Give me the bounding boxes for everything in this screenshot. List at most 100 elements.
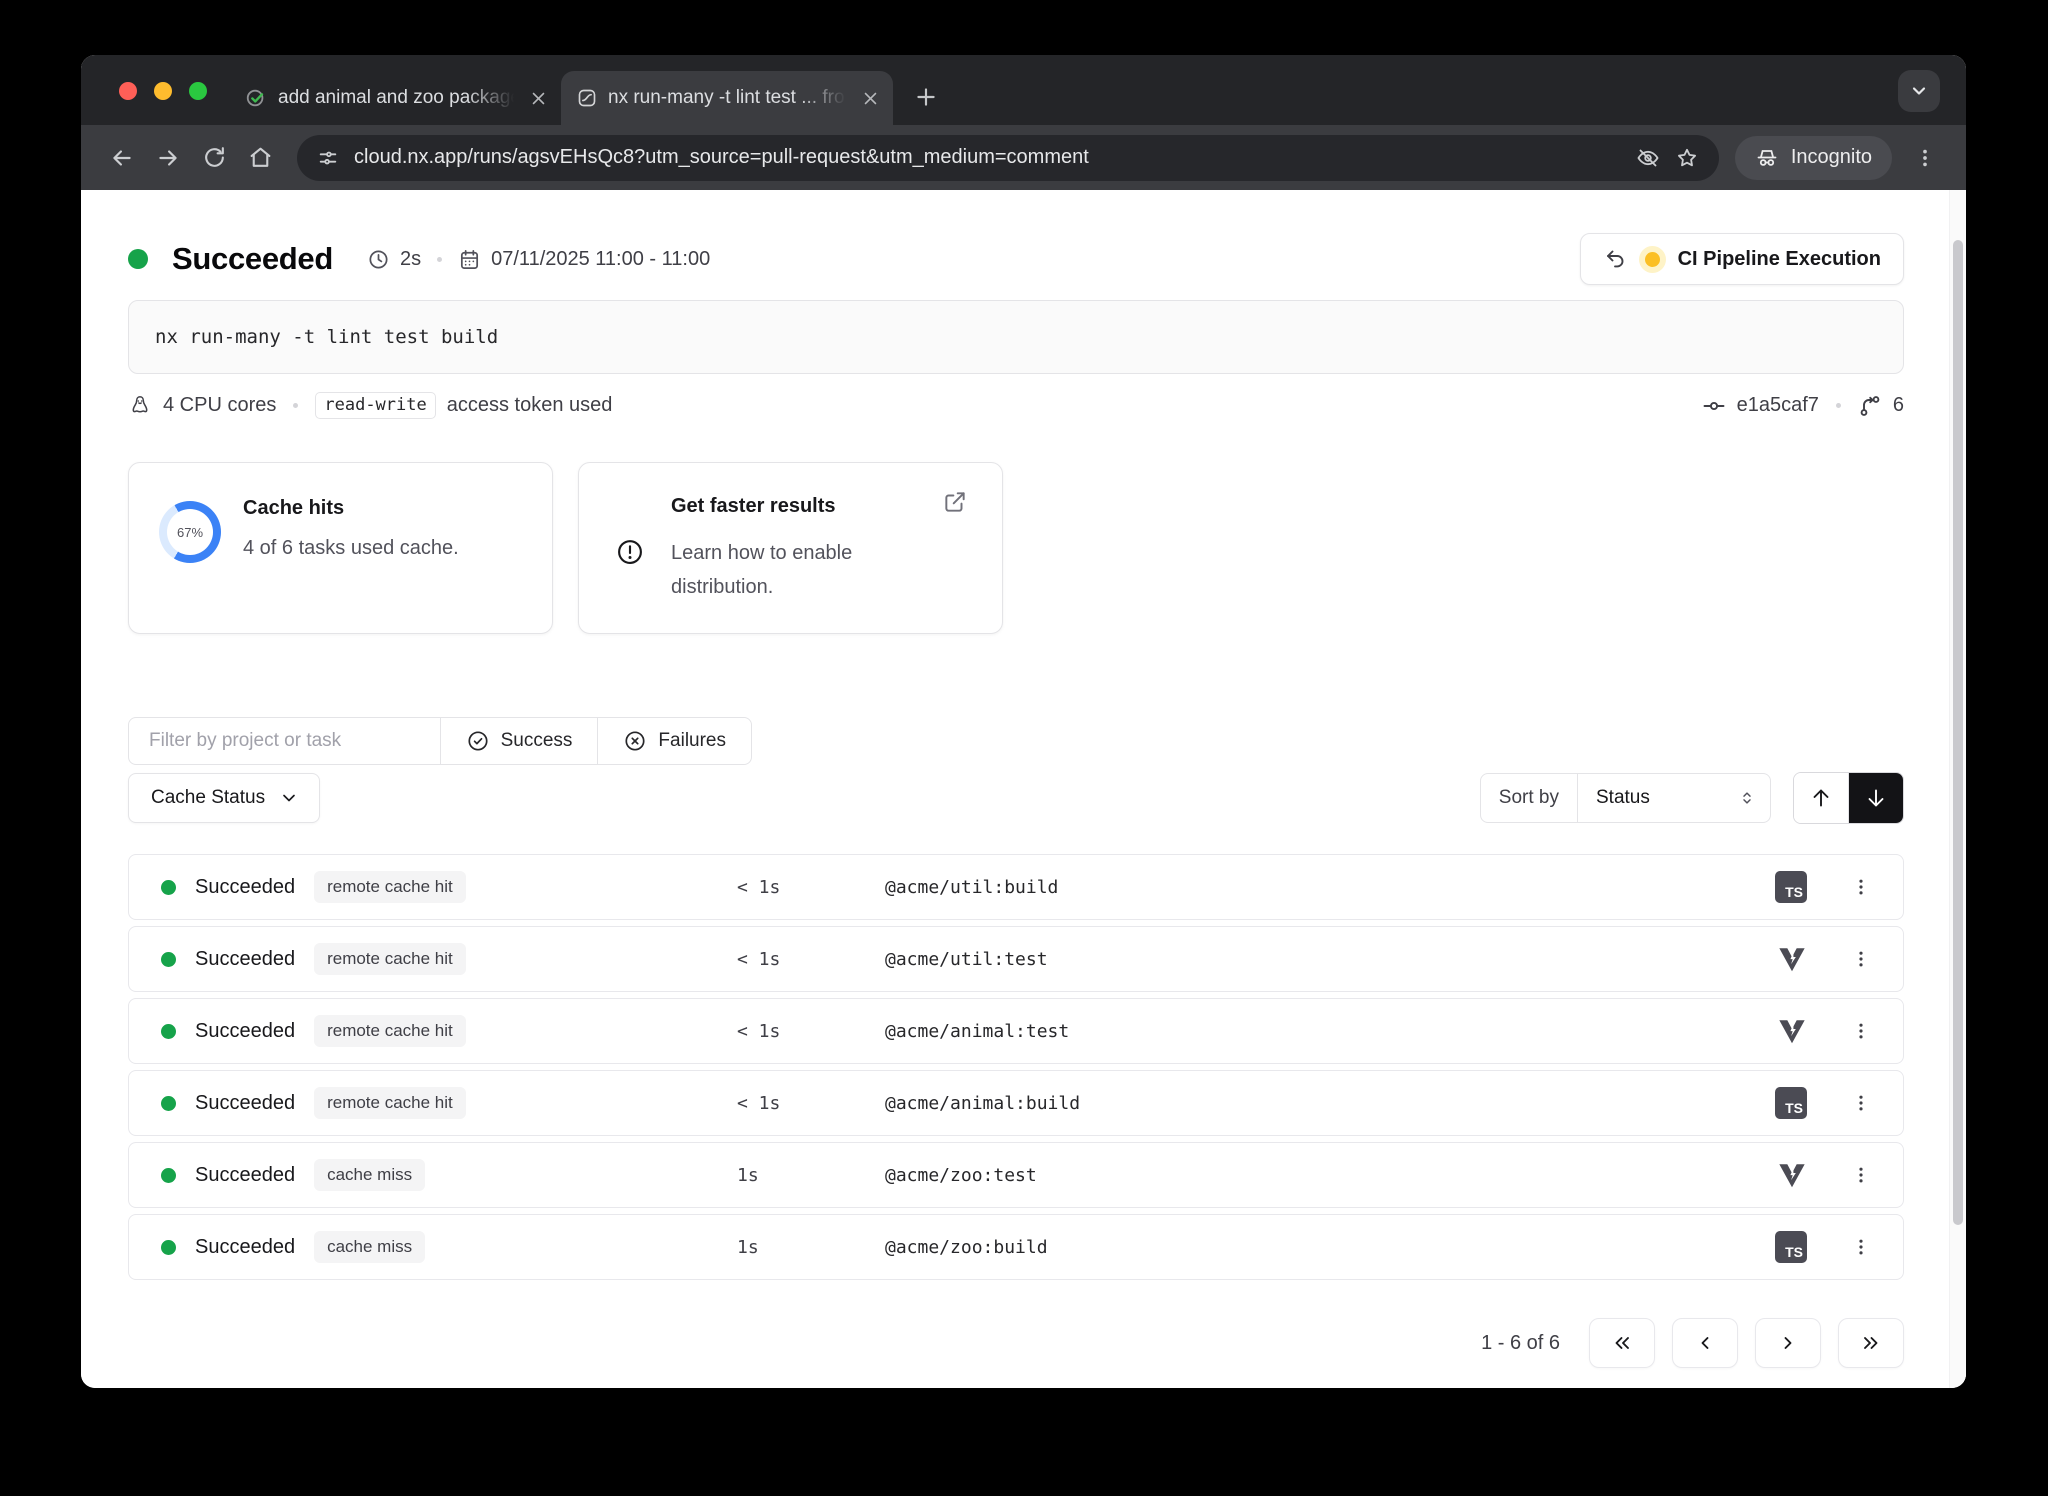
maximize-window-button[interactable]: [189, 82, 207, 100]
x-circle-icon: [623, 729, 647, 753]
pagination: 1 - 6 of 6: [128, 1318, 1904, 1368]
run-header: Succeeded 2s 07/11/2025 11:00 - 11:00: [128, 235, 1904, 283]
clock-icon: [367, 248, 390, 271]
incognito-label: Incognito: [1791, 146, 1872, 169]
get-faster-results-card[interactable]: Get faster results Learn how to enable d…: [578, 462, 1003, 634]
tab-strip: add animal and zoo packages nx run-many …: [81, 55, 1966, 125]
eye-off-icon[interactable]: [1636, 146, 1660, 170]
tab-nx-cloud-run[interactable]: nx run-many -t lint test ... fro: [561, 71, 893, 125]
ci-pipeline-execution-button[interactable]: CI Pipeline Execution: [1580, 233, 1904, 285]
linux-penguin-icon: [128, 394, 152, 418]
tab-title: add animal and zoo packages: [278, 87, 519, 109]
table-row[interactable]: Succeeded remote cache hit < 1s @acme/an…: [128, 998, 1904, 1064]
kebab-menu-icon[interactable]: [1851, 1021, 1871, 1041]
first-page-button[interactable]: [1589, 1318, 1655, 1368]
filter-input[interactable]: [129, 718, 440, 764]
close-tab-icon[interactable]: [862, 90, 879, 107]
kebab-menu-icon[interactable]: [1851, 1237, 1871, 1257]
sort-field-value: Status: [1596, 787, 1650, 809]
back-icon[interactable]: [101, 137, 143, 179]
typescript-icon: TS: [1775, 1231, 1807, 1263]
sort-direction-toggle: [1793, 772, 1904, 824]
status-dot: [161, 1096, 176, 1111]
cache-status-dropdown[interactable]: Cache Status: [128, 773, 320, 823]
cache-hit-percent: 67%: [159, 501, 221, 563]
cache-status-badge: remote cache hit: [314, 1015, 466, 1047]
table-row[interactable]: Succeeded remote cache hit < 1s @acme/an…: [128, 1070, 1904, 1136]
status-dot: [161, 1024, 176, 1039]
cache-status-badge: remote cache hit: [314, 943, 466, 975]
incognito-badge: Incognito: [1735, 136, 1892, 180]
table-row[interactable]: Succeeded remote cache hit < 1s @acme/ut…: [128, 854, 1904, 920]
sort-control: Sort by Status: [1480, 773, 1771, 823]
browser-menu-icon[interactable]: [1904, 137, 1946, 179]
alert-circle-icon: [615, 537, 645, 567]
task-status: Succeeded: [195, 1236, 295, 1259]
reload-icon[interactable]: [193, 137, 235, 179]
screenshot-canvas: add animal and zoo packages nx run-many …: [0, 0, 2048, 1496]
new-tab-button[interactable]: [913, 84, 939, 110]
status-dot: [128, 249, 148, 269]
bookmark-star-icon[interactable]: [1675, 146, 1699, 170]
separator-dot: [1836, 403, 1841, 408]
kebab-menu-icon[interactable]: [1851, 1093, 1871, 1113]
nx-cloud-favicon-icon: [577, 88, 597, 108]
next-page-button[interactable]: [1755, 1318, 1821, 1368]
sort-ascending-button[interactable]: [1794, 773, 1849, 823]
calendar-icon: [458, 248, 481, 271]
close-window-button[interactable]: [119, 82, 137, 100]
browser-window: add animal and zoo packages nx run-many …: [81, 55, 1966, 1388]
pipeline-button-label: CI Pipeline Execution: [1678, 248, 1881, 271]
sort-descending-button[interactable]: [1849, 773, 1903, 823]
task-status: Succeeded: [195, 1020, 295, 1043]
cache-status-badge: remote cache hit: [314, 1087, 466, 1119]
typescript-icon: TS: [1775, 1087, 1807, 1119]
failures-filter-label: Failures: [658, 730, 726, 752]
scrollbar-thumb[interactable]: [1953, 240, 1963, 1225]
forward-icon[interactable]: [147, 137, 189, 179]
tab-search-button[interactable]: [1898, 70, 1940, 112]
table-row[interactable]: Succeeded remote cache hit < 1s @acme/ut…: [128, 926, 1904, 992]
sort-field-select[interactable]: Status: [1578, 774, 1770, 822]
status-dot: [161, 1168, 176, 1183]
chevron-down-icon: [279, 788, 299, 808]
previous-page-button[interactable]: [1672, 1318, 1738, 1368]
site-settings-icon[interactable]: [317, 147, 339, 169]
close-tab-icon[interactable]: [530, 90, 547, 107]
table-row[interactable]: Succeeded cache miss 1s @acme/zoo:test: [128, 1142, 1904, 1208]
browser-toolbar: cloud.nx.app/runs/agsvEHsQc8?utm_source=…: [81, 125, 1966, 190]
run-meta-row: 4 CPU cores read-write access token used…: [128, 392, 1904, 419]
tab-github-pr[interactable]: add animal and zoo packages: [229, 71, 561, 125]
kebab-menu-icon[interactable]: [1851, 1165, 1871, 1185]
commit-icon: [1702, 394, 1726, 418]
task-name: @acme/util:test: [885, 949, 1048, 970]
table-row[interactable]: Succeeded cache miss 1s @acme/zoo:build …: [128, 1214, 1904, 1280]
external-link-icon[interactable]: [942, 489, 968, 515]
cpu-cores-label: 4 CPU cores: [163, 394, 276, 417]
branch-icon: [1858, 394, 1882, 418]
task-duration: < 1s: [737, 877, 780, 898]
status-dot: [161, 880, 176, 895]
window-controls: [119, 82, 207, 100]
failures-filter-button[interactable]: Failures: [597, 718, 751, 764]
pagination-label: 1 - 6 of 6: [1481, 1332, 1560, 1355]
minimize-window-button[interactable]: [154, 82, 172, 100]
commit-hash[interactable]: e1a5caf7: [1737, 394, 1819, 417]
vitest-icon: [1777, 1160, 1807, 1190]
kebab-menu-icon[interactable]: [1851, 877, 1871, 897]
cache-status-badge: cache miss: [314, 1231, 425, 1263]
vitest-icon: [1777, 944, 1807, 974]
task-duration: 1s: [737, 1165, 759, 1186]
kebab-menu-icon[interactable]: [1851, 949, 1871, 969]
url-bar[interactable]: cloud.nx.app/runs/agsvEHsQc8?utm_source=…: [297, 135, 1719, 181]
typescript-icon: TS: [1775, 871, 1807, 903]
task-name: @acme/util:build: [885, 877, 1058, 898]
undo-icon: [1603, 247, 1627, 271]
last-page-button[interactable]: [1838, 1318, 1904, 1368]
success-filter-button[interactable]: Success: [440, 718, 598, 764]
task-duration: 1s: [737, 1237, 759, 1258]
branch-count[interactable]: 6: [1893, 394, 1904, 417]
cache-status-badge: remote cache hit: [314, 871, 466, 903]
url-text[interactable]: cloud.nx.app/runs/agsvEHsQc8?utm_source=…: [354, 146, 1621, 169]
home-icon[interactable]: [239, 137, 281, 179]
